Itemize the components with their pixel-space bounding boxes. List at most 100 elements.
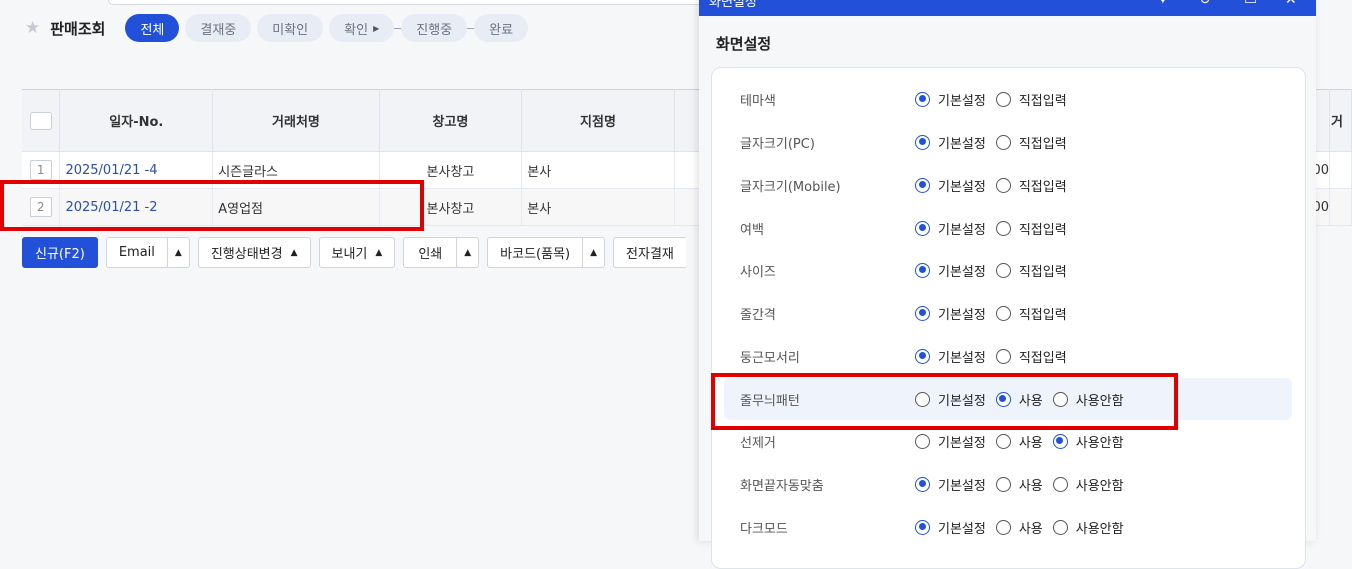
select-all-header[interactable]: [22, 89, 61, 152]
setting-option[interactable]: 사용안함: [1052, 390, 1124, 409]
select-all-checkbox[interactable]: [29, 111, 52, 130]
setting-option[interactable]: 기본설정: [915, 475, 986, 494]
setting-option[interactable]: 사용안함: [1052, 432, 1124, 451]
setting-option[interactable]: 기본설정: [915, 176, 986, 195]
setting-option[interactable]: 직접입력: [995, 219, 1067, 238]
radio-button[interactable]: [915, 91, 930, 107]
radio-button[interactable]: [915, 262, 930, 278]
filter-unconfirmed[interactable]: 미확인: [257, 14, 324, 42]
status-filter-tabs: 전체 결재중 미확인 확인 ▶ 진행중 완료: [125, 14, 529, 42]
radio-button[interactable]: [995, 476, 1011, 492]
caret-up-icon[interactable]: ▲: [583, 237, 606, 268]
setting-option[interactable]: 직접입력: [995, 90, 1067, 109]
caret-up-icon[interactable]: ▲: [167, 237, 190, 268]
status-change-button[interactable]: 진행상태변경 ▲: [197, 237, 311, 268]
setting-option[interactable]: 사용: [995, 518, 1043, 537]
setting-option[interactable]: 기본설정: [915, 90, 986, 109]
radio-button[interactable]: [1052, 391, 1068, 407]
filter-in-progress[interactable]: 진행중: [401, 14, 468, 42]
pin-icon[interactable]: ✦: [1157, 0, 1169, 8]
radio-button[interactable]: [1052, 433, 1068, 449]
setting-option[interactable]: 기본설정: [915, 347, 986, 366]
column-header[interactable]: 지점명: [521, 89, 675, 152]
e-approval-button[interactable]: 전자결재: [613, 237, 686, 268]
radio-button[interactable]: [995, 433, 1011, 449]
radio-button[interactable]: [995, 305, 1011, 321]
setting-option[interactable]: 기본설정: [915, 432, 986, 451]
radio-button[interactable]: [915, 391, 930, 407]
filter-complete[interactable]: 완료: [474, 14, 529, 42]
option-label: 기본설정: [938, 350, 986, 366]
radio-button[interactable]: [915, 476, 930, 492]
radio-button[interactable]: [995, 220, 1011, 236]
setting-label: 사이즈: [740, 264, 776, 280]
radio-button[interactable]: [915, 220, 930, 236]
radio-button[interactable]: [915, 519, 930, 535]
filter-confirmed[interactable]: 확인 ▶: [329, 14, 395, 42]
radio-button[interactable]: [915, 134, 930, 150]
setting-option[interactable]: 사용: [995, 432, 1043, 451]
column-header[interactable]: 거: [1329, 89, 1352, 152]
radio-button[interactable]: [1052, 519, 1068, 535]
setting-option[interactable]: 기본설정: [915, 261, 986, 280]
email-button[interactable]: Email: [105, 237, 168, 268]
radio-button[interactable]: [995, 177, 1011, 193]
setting-option[interactable]: 기본설정: [915, 219, 986, 238]
radio-button[interactable]: [995, 391, 1011, 407]
screen-settings-panel: 화면설정 ✦ ↻ ▭ ✕ 화면설정 테마색 기본설정 직접입력 글자크기(PC) 기본설…: [699, 0, 1316, 569]
option-label: 사용안함: [1075, 521, 1124, 537]
print-button[interactable]: 인쇄: [403, 237, 458, 268]
option-label: 기본설정: [938, 435, 986, 451]
favorite-star-icon[interactable]: ★: [25, 18, 40, 38]
barcode-button[interactable]: 바코드(품목): [487, 237, 584, 268]
setting-option[interactable]: 직접입력: [995, 261, 1067, 280]
setting-option[interactable]: 기본설정: [915, 304, 986, 323]
caret-up-icon[interactable]: ▲: [457, 237, 480, 268]
filter-all[interactable]: 전체: [125, 14, 180, 42]
setting-option[interactable]: 사용안함: [1052, 475, 1124, 494]
setting-option[interactable]: 사용: [995, 475, 1043, 494]
radio-button[interactable]: [995, 91, 1011, 107]
radio-button[interactable]: [995, 134, 1011, 150]
date-no-link[interactable]: 2025/01/21 -2: [65, 200, 157, 215]
row-number[interactable]: 2: [29, 197, 52, 217]
maximize-icon[interactable]: ▭: [1244, 0, 1257, 8]
radio-button[interactable]: [915, 433, 930, 449]
radio-button[interactable]: [995, 348, 1011, 364]
refresh-icon[interactable]: ↻: [1199, 0, 1211, 8]
setting-option[interactable]: 사용: [995, 390, 1043, 409]
radio-button[interactable]: [915, 177, 930, 193]
search-bar[interactable]: [108, 0, 710, 5]
radio-button[interactable]: [1052, 476, 1068, 492]
divider: [467, 27, 475, 29]
warehouse-cell: 본사창고: [379, 151, 523, 189]
column-header[interactable]: 일자-No.: [59, 89, 214, 152]
setting-option[interactable]: 기본설정: [915, 518, 986, 537]
setting-option[interactable]: 직접입력: [995, 304, 1067, 323]
date-no-cell[interactable]: 2025/01/21 -4: [59, 151, 214, 189]
divider: [394, 27, 402, 29]
radio-button[interactable]: [915, 305, 930, 321]
setting-option[interactable]: 기본설정: [915, 390, 986, 409]
date-no-cell[interactable]: 2025/01/21 -2: [59, 188, 214, 226]
setting-option[interactable]: 직접입력: [995, 347, 1067, 366]
send-button[interactable]: 보내기 ▲: [318, 237, 396, 268]
new-button[interactable]: 신규(F2): [22, 237, 98, 268]
column-header[interactable]: 창고명: [379, 89, 523, 152]
column-header[interactable]: 거래처명: [212, 89, 380, 152]
section-title: 화면설정: [716, 35, 772, 53]
setting-label: 줄간격: [740, 307, 776, 323]
radio-button[interactable]: [995, 262, 1011, 278]
close-icon[interactable]: ✕: [1285, 0, 1297, 8]
row-number[interactable]: 1: [29, 160, 52, 180]
filter-in-approval[interactable]: 결재중: [185, 14, 252, 42]
radio-button[interactable]: [915, 348, 930, 364]
filter-label: 전체: [140, 22, 165, 38]
date-no-link[interactable]: 2025/01/21 -4: [65, 163, 157, 178]
setting-option[interactable]: 기본설정: [915, 133, 986, 152]
setting-option[interactable]: 직접입력: [995, 133, 1067, 152]
option-label: 기본설정: [938, 393, 986, 409]
setting-option[interactable]: 사용안함: [1052, 518, 1124, 537]
setting-option[interactable]: 직접입력: [995, 176, 1067, 195]
radio-button[interactable]: [995, 519, 1011, 535]
